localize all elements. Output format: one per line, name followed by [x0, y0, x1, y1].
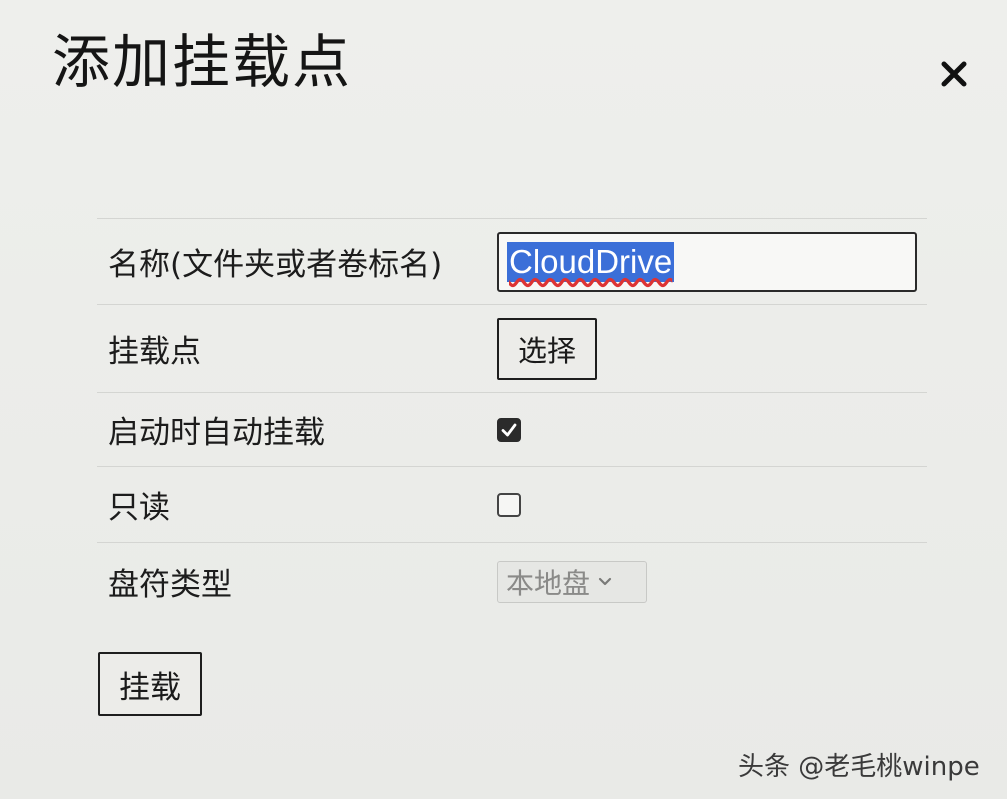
close-icon: [941, 61, 967, 87]
drive-type-selected: 本地盘: [506, 566, 591, 600]
name-input-value: CloudDrive: [507, 241, 675, 282]
close-button[interactable]: [932, 52, 976, 96]
mount-form: 名称(文件夹或者卷标名) CloudDrive 挂载点 选择 启动时自动挂载 只…: [97, 218, 927, 620]
drive-type-select[interactable]: 本地盘: [497, 560, 647, 603]
name-label: 名称(文件夹或者卷标名): [108, 247, 443, 283]
auto-mount-row: 启动时自动挂载: [97, 392, 927, 466]
auto-mount-checkbox[interactable]: [497, 417, 521, 442]
select-mount-point-button[interactable]: 选择: [497, 317, 597, 380]
drive-type-label: 盘符类型: [108, 567, 232, 603]
name-row: 名称(文件夹或者卷标名) CloudDrive: [97, 218, 927, 304]
mount-point-row: 挂载点 选择: [97, 304, 927, 392]
mount-point-label: 挂载点: [108, 334, 201, 370]
dialog-title: 添加挂载点: [52, 28, 353, 96]
drive-type-row: 盘符类型 本地盘: [97, 542, 927, 620]
watermark: 头条 @老毛桃winpe: [738, 752, 980, 782]
read-only-checkbox[interactable]: [497, 492, 521, 517]
add-mount-point-dialog: 添加挂载点 名称(文件夹或者卷标名) CloudDrive 挂载点 选择 启动时…: [0, 0, 1007, 799]
read-only-row: 只读: [97, 466, 927, 542]
chevron-down-icon: [598, 577, 612, 587]
read-only-label: 只读: [108, 490, 170, 526]
name-input[interactable]: CloudDrive: [497, 231, 917, 292]
auto-mount-label: 启动时自动挂载: [108, 415, 325, 451]
checkmark-icon: [501, 423, 517, 436]
mount-button[interactable]: 挂载: [98, 652, 202, 716]
